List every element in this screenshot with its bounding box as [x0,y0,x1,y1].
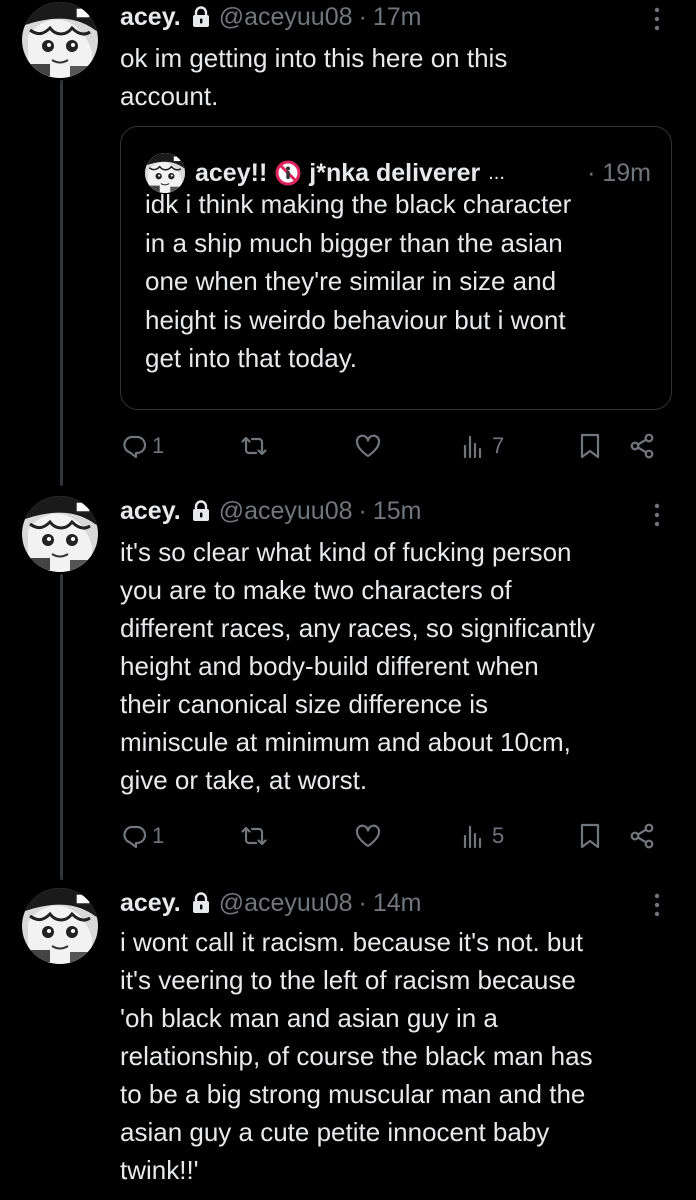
views-count: 5 [492,823,505,848]
separator-dot: · [358,888,367,917]
timestamp[interactable]: 17m [373,3,422,32]
no-entry-icon [275,160,301,186]
reply-count: 1 [152,823,165,848]
bookmark-icon [576,432,604,460]
reply-icon [120,432,148,460]
quoted-tweet[interactable]: acey!! j*nka deliverer ... · 19m idk i t… [120,126,672,410]
lock-icon [191,892,211,914]
quote-ellipsis: ... [488,161,505,184]
like-button[interactable] [354,818,382,854]
views-count: 7 [492,433,505,458]
share-button[interactable] [628,818,656,854]
author-handle[interactable]: @aceyuu08 [219,889,353,918]
action-bar: 1 7 [120,428,660,464]
share-icon [628,822,656,850]
timestamp[interactable]: 14m [373,889,422,918]
tweet-text: it's so clear what kind of fucking perso… [120,537,595,795]
quote-author-label: j*nka deliverer [309,158,481,187]
reply-count: 1 [152,433,165,458]
tweet-header: acey. @aceyuu08 · 14m [120,886,422,920]
author-name[interactable]: acey. [120,889,181,918]
avatar[interactable] [22,2,98,78]
separator-dot: · [358,2,367,31]
separator-dot: · [358,496,367,525]
more-icon[interactable] [645,500,669,530]
reply-button[interactable]: 1 [120,428,164,464]
views-icon [460,432,488,460]
share-icon [628,432,656,460]
author-handle[interactable]: @aceyuu08 [219,3,353,32]
quote-timestamp: · 19m [587,158,651,187]
thread-line [60,80,63,486]
views-button[interactable]: 5 [460,818,504,854]
more-icon[interactable] [645,890,669,920]
bookmark-icon [576,822,604,850]
views-button[interactable]: 7 [460,428,504,464]
more-icon[interactable] [645,4,669,34]
avatar[interactable] [22,888,98,964]
retweet-icon [240,822,268,850]
author-handle[interactable]: @aceyuu08 [219,497,353,526]
lock-icon [191,500,211,522]
reply-button[interactable]: 1 [120,818,164,854]
thread-line [60,574,63,880]
bookmark-button[interactable] [576,428,604,464]
heart-icon [354,822,382,850]
heart-icon [354,432,382,460]
tweet-text: i wont call it racism. because it's not.… [120,927,593,1185]
tweet-header: acey. @aceyuu08 · 15m [120,494,422,528]
share-button[interactable] [628,428,656,464]
bookmark-button[interactable] [576,818,604,854]
retweet-button[interactable] [240,428,268,464]
author-name[interactable]: acey. [120,3,181,32]
retweet-icon [240,432,268,460]
tweet-text: ok im getting into this here on this acc… [120,43,508,111]
avatar[interactable] [22,496,98,572]
like-button[interactable] [354,428,382,464]
author-name[interactable]: acey. [120,497,181,526]
views-icon [460,822,488,850]
quote-author-name: acey!! [195,158,268,187]
action-bar: 1 5 [120,818,660,854]
quote-text: idk i think making the black character i… [145,189,572,373]
tweet-header: acey. @aceyuu08 · 17m [120,0,422,34]
timestamp[interactable]: 15m [373,497,422,526]
reply-icon [120,822,148,850]
lock-icon [191,6,211,28]
retweet-button[interactable] [240,818,268,854]
